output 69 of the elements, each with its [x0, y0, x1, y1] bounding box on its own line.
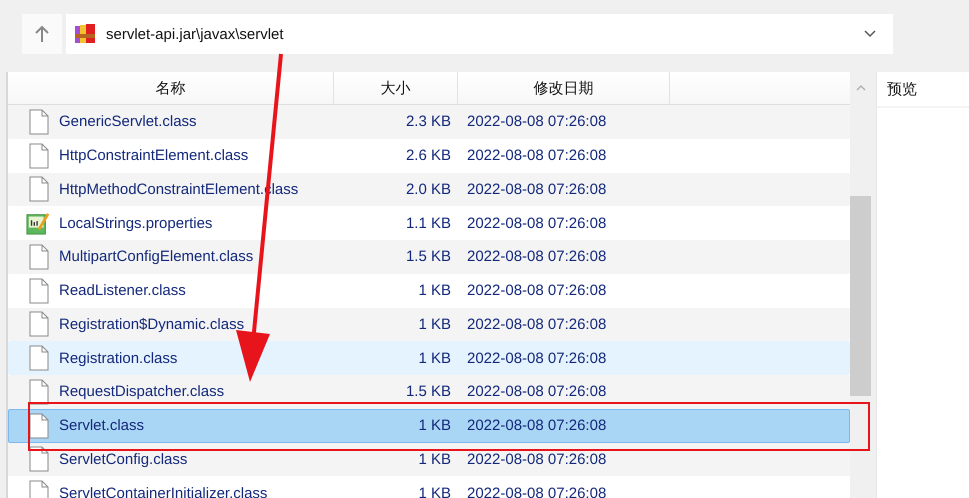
file-size: 1 KB [417, 450, 452, 468]
up-arrow-icon [34, 25, 50, 43]
file-row[interactable]: GenericServlet.class 2.3 KB 2022-08-08 07:26:08 [8, 105, 850, 139]
modified-date: 2022-08-08 07:26:08 [466, 282, 606, 300]
file-icon [29, 142, 49, 169]
file-name: ServletContainerInitializer.class [59, 484, 268, 498]
file-row[interactable]: Servlet.class 1 KB 2022-08-08 07:26:08 [8, 408, 850, 442]
file-icon [29, 446, 49, 472]
file-size: 1 KB [417, 350, 452, 367]
file-size: 1 KB [417, 316, 452, 333]
file-icon [29, 278, 49, 304]
modified-date: 2022-08-08 07:26:08 [466, 383, 606, 400]
file-size: 1.5 KB [404, 248, 452, 266]
archive-icon [74, 23, 96, 45]
file-icon [29, 244, 49, 270]
file-icon [29, 412, 49, 439]
up-button[interactable] [22, 14, 62, 54]
modified-date: 2022-08-08 07:26:08 [466, 450, 606, 468]
file-row[interactable]: ServletContainerInitializer.class 1 KB 2022-08-08 07:26:08 [8, 476, 850, 498]
file-name: MultipartConfigElement.class [59, 248, 254, 266]
scrollbar-thumb[interactable] [850, 196, 872, 396]
file-row[interactable]: MultipartConfigElement.class 1.5 KB 2022-08-08 07:26:08 [8, 240, 850, 274]
scroll-up-icon[interactable] [856, 84, 866, 92]
file-icon [29, 176, 49, 202]
modified-date: 2022-08-08 07:26:08 [466, 180, 606, 198]
file-size: 1 KB [417, 417, 452, 434]
file-name: ServletConfig.class [59, 450, 188, 468]
modified-date: 2022-08-08 07:26:08 [466, 484, 606, 498]
column-header[interactable]: 名称 [8, 72, 334, 104]
file-row[interactable]: Registration$Dynamic.class 1 KB 2022-08-08 07:26:08 [8, 308, 850, 342]
modified-date: 2022-08-08 07:26:08 [466, 350, 606, 367]
modified-date: 2022-08-08 07:26:08 [466, 147, 606, 164]
file-name: Registration.class [59, 350, 178, 367]
notepad-icon [26, 210, 50, 236]
modified-date: 2022-08-08 07:26:08 [466, 316, 606, 333]
file-size: 1.5 KB [404, 383, 452, 400]
modified-date: 2022-08-08 07:26:08 [466, 113, 606, 130]
file-size: 1 KB [417, 282, 452, 300]
chevron-down-icon[interactable] [863, 29, 877, 39]
file-name: RequestDispatcher.class [59, 383, 224, 400]
column-header[interactable]: 大小 [334, 72, 458, 104]
file-name: LocalStrings.properties [59, 214, 212, 232]
file-name: HttpConstraintElement.class [59, 147, 248, 164]
file-name: Servlet.class [59, 417, 144, 434]
file-size: 2.6 KB [404, 147, 452, 164]
file-name: GenericServlet.class [59, 113, 197, 130]
file-row[interactable]: HttpConstraintElement.class 2.6 KB 2022-08-08 07:26:08 [8, 138, 850, 172]
file-row[interactable]: ServletConfig.class 1 KB 2022-08-08 07:26:08 [8, 442, 850, 476]
file-icon [29, 345, 49, 372]
column-header[interactable]: 修改日期 [458, 72, 670, 104]
modified-date: 2022-08-08 07:26:08 [466, 214, 606, 232]
file-name: ReadListener.class [59, 282, 186, 300]
file-icon [29, 378, 49, 405]
modified-date: 2022-08-08 07:26:08 [466, 248, 606, 266]
file-size: 1.1 KB [404, 214, 452, 232]
file-name: Registration$Dynamic.class [59, 316, 244, 333]
address-field[interactable]: servlet-api.jar\javax\servlet [66, 14, 893, 54]
file-row[interactable]: LocalStrings.properties 1.1 KB 2022-08-08 07:26:08 [8, 206, 850, 240]
preview-title: 预览 [877, 72, 969, 108]
file-icon [29, 311, 49, 338]
file-size: 2.3 KB [404, 113, 452, 130]
file-row[interactable]: RequestDispatcher.class 1.5 KB 2022-08-08 07:26:08 [8, 375, 850, 409]
file-row[interactable]: Registration.class 1 KB 2022-08-08 07:26:08 [8, 341, 850, 375]
address-path: servlet-api.jar\javax\servlet [106, 26, 285, 42]
file-size: 2.0 KB [404, 180, 452, 198]
file-row[interactable]: ReadListener.class 1 KB 2022-08-08 07:26:08 [8, 274, 850, 308]
file-size: 1 KB [417, 484, 452, 498]
file-icon [29, 108, 49, 135]
modified-date: 2022-08-08 07:26:08 [466, 417, 606, 434]
